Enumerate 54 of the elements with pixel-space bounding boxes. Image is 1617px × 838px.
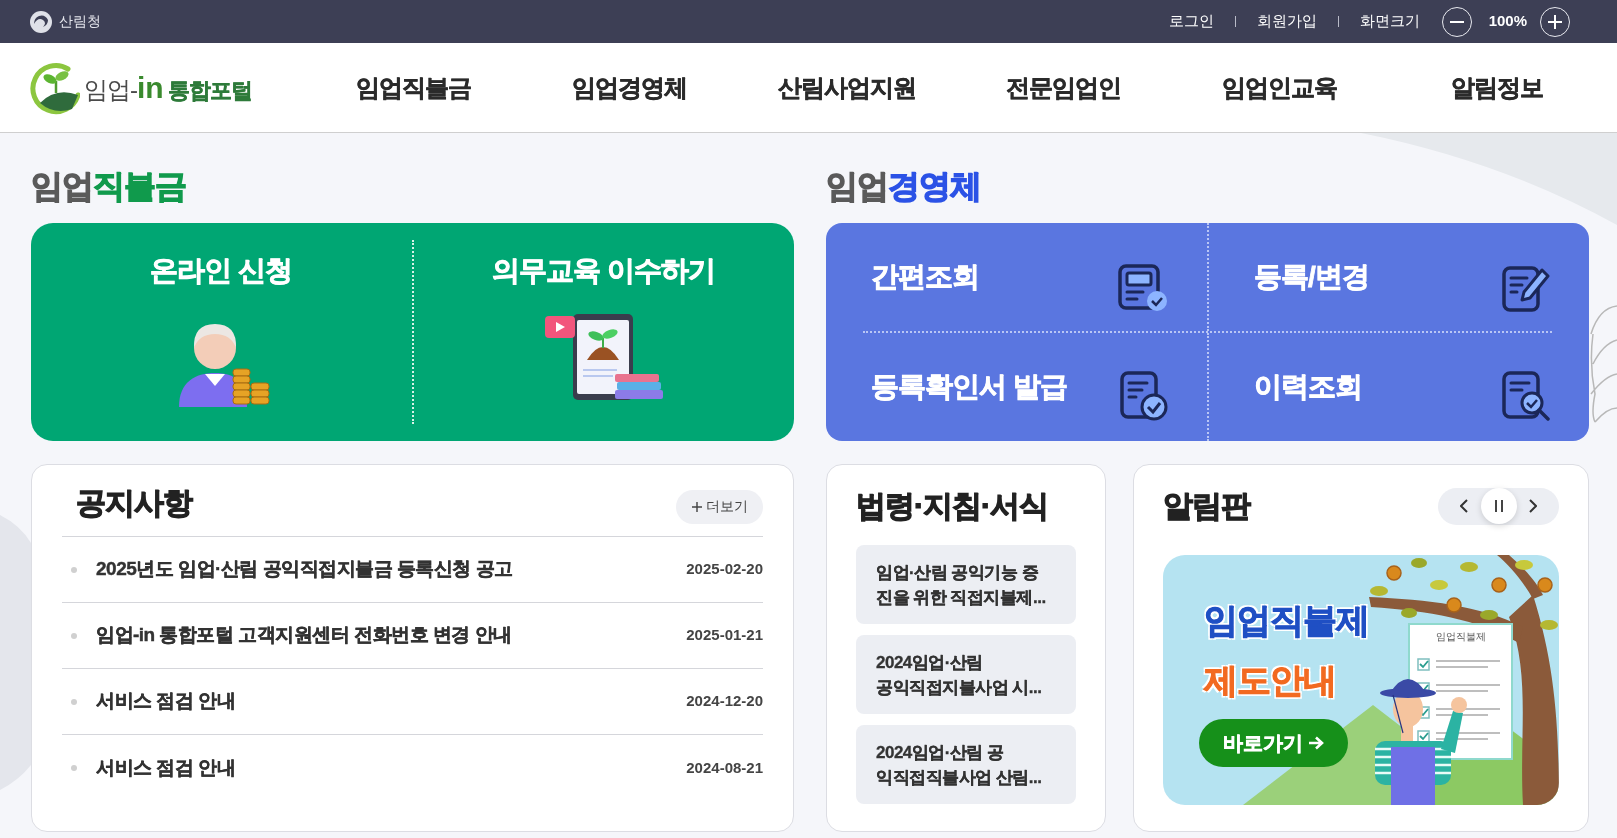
chevron-right-icon (1529, 499, 1537, 513)
leaf-logo-icon (30, 60, 80, 115)
nav-menu-item[interactable]: 알림정보 (1450, 69, 1543, 106)
document-search-icon (1502, 371, 1550, 421)
plus-icon (691, 501, 702, 512)
notice-link[interactable]: 2025년도 임업·산림 공익직접지불금 등록신청 공고 (96, 555, 513, 584)
pause-button[interactable] (1480, 488, 1517, 524)
notice-link[interactable]: 임업-in 통합포털 고객지원센터 전화번호 변경 안내 (96, 621, 512, 650)
next-button[interactable] (1529, 499, 1537, 513)
card-link[interactable]: 등록확인서 발급 (826, 333, 1207, 441)
banner-headline: 임업직불제 (1204, 600, 1369, 641)
document-pencil-icon (1502, 264, 1550, 312)
screen-size-label: 화면크기 (1359, 11, 1420, 32)
nav-menu-item[interactable]: 임업경영체 (572, 69, 688, 106)
document-check-icon (1118, 264, 1168, 312)
banner-subheadline: 제도안내 (1204, 660, 1336, 701)
nav-menu-item[interactable]: 전문임업인 (1005, 69, 1121, 106)
document-title: 임업직불제 (1434, 631, 1487, 643)
more-button[interactable]: 더보기 (676, 489, 763, 524)
chevron-left-icon (1460, 499, 1468, 513)
login-link[interactable]: 로그인 (1168, 10, 1214, 33)
card-link[interactable]: 간편조회 (826, 223, 1207, 331)
zoom-level: 100% (1488, 11, 1527, 32)
site-logo-text[interactable]: 임업-in 통합포털 (84, 65, 253, 110)
card-link[interactable]: 등록/변경 (1209, 223, 1589, 331)
card-link[interactable]: 이력조회 (1209, 333, 1589, 441)
plus-icon (1548, 14, 1562, 29)
notice-date: 2024-12-20 (686, 691, 763, 712)
nav-menu-item[interactable]: 임업인교육 (1222, 69, 1338, 106)
nav-menu-item[interactable]: 임업직불금 (355, 69, 471, 106)
nav-menu-item[interactable]: 산림사업지원 (777, 69, 916, 106)
document-link[interactable]: 임업·산림 공익기능 증 진을 위한 직접지불제... (856, 545, 1076, 624)
arrow-right-icon (1309, 736, 1324, 750)
tablet-sprout-icon (542, 312, 665, 402)
document-link[interactable]: 2024임업·산림 공익직접지불사업 시... (856, 635, 1076, 714)
section-title: 임업직불금 (31, 167, 187, 206)
notice-link[interactable]: 서비스 점검 안내 (96, 687, 236, 716)
pause-icon (1494, 500, 1503, 512)
notice-date: 2025-02-20 (686, 559, 763, 580)
notice-date: 2024-08-21 (686, 757, 763, 778)
notice-date: 2025-01-21 (686, 625, 763, 646)
go-button[interactable]: 바로가기 (1199, 719, 1348, 767)
notice-title: 공지사항 (75, 485, 192, 521)
section-title: 임업경영체 (826, 167, 982, 206)
signup-link[interactable]: 회원가입 (1256, 10, 1317, 33)
regulations-title: 법령·지침·서식 (856, 488, 1049, 524)
document-link[interactable]: 2024임업·산림 공 익직접직불사업 산림... (856, 725, 1076, 804)
swirl-logo-icon (30, 10, 52, 33)
board-title: 알림판 (1163, 488, 1250, 524)
previous-button[interactable] (1460, 499, 1468, 513)
document-check-icon (1120, 371, 1168, 421)
minus-icon (1449, 20, 1464, 23)
notice-link[interactable]: 서비스 점검 안내 (96, 753, 236, 783)
agency-name: 산림청 (59, 12, 101, 31)
